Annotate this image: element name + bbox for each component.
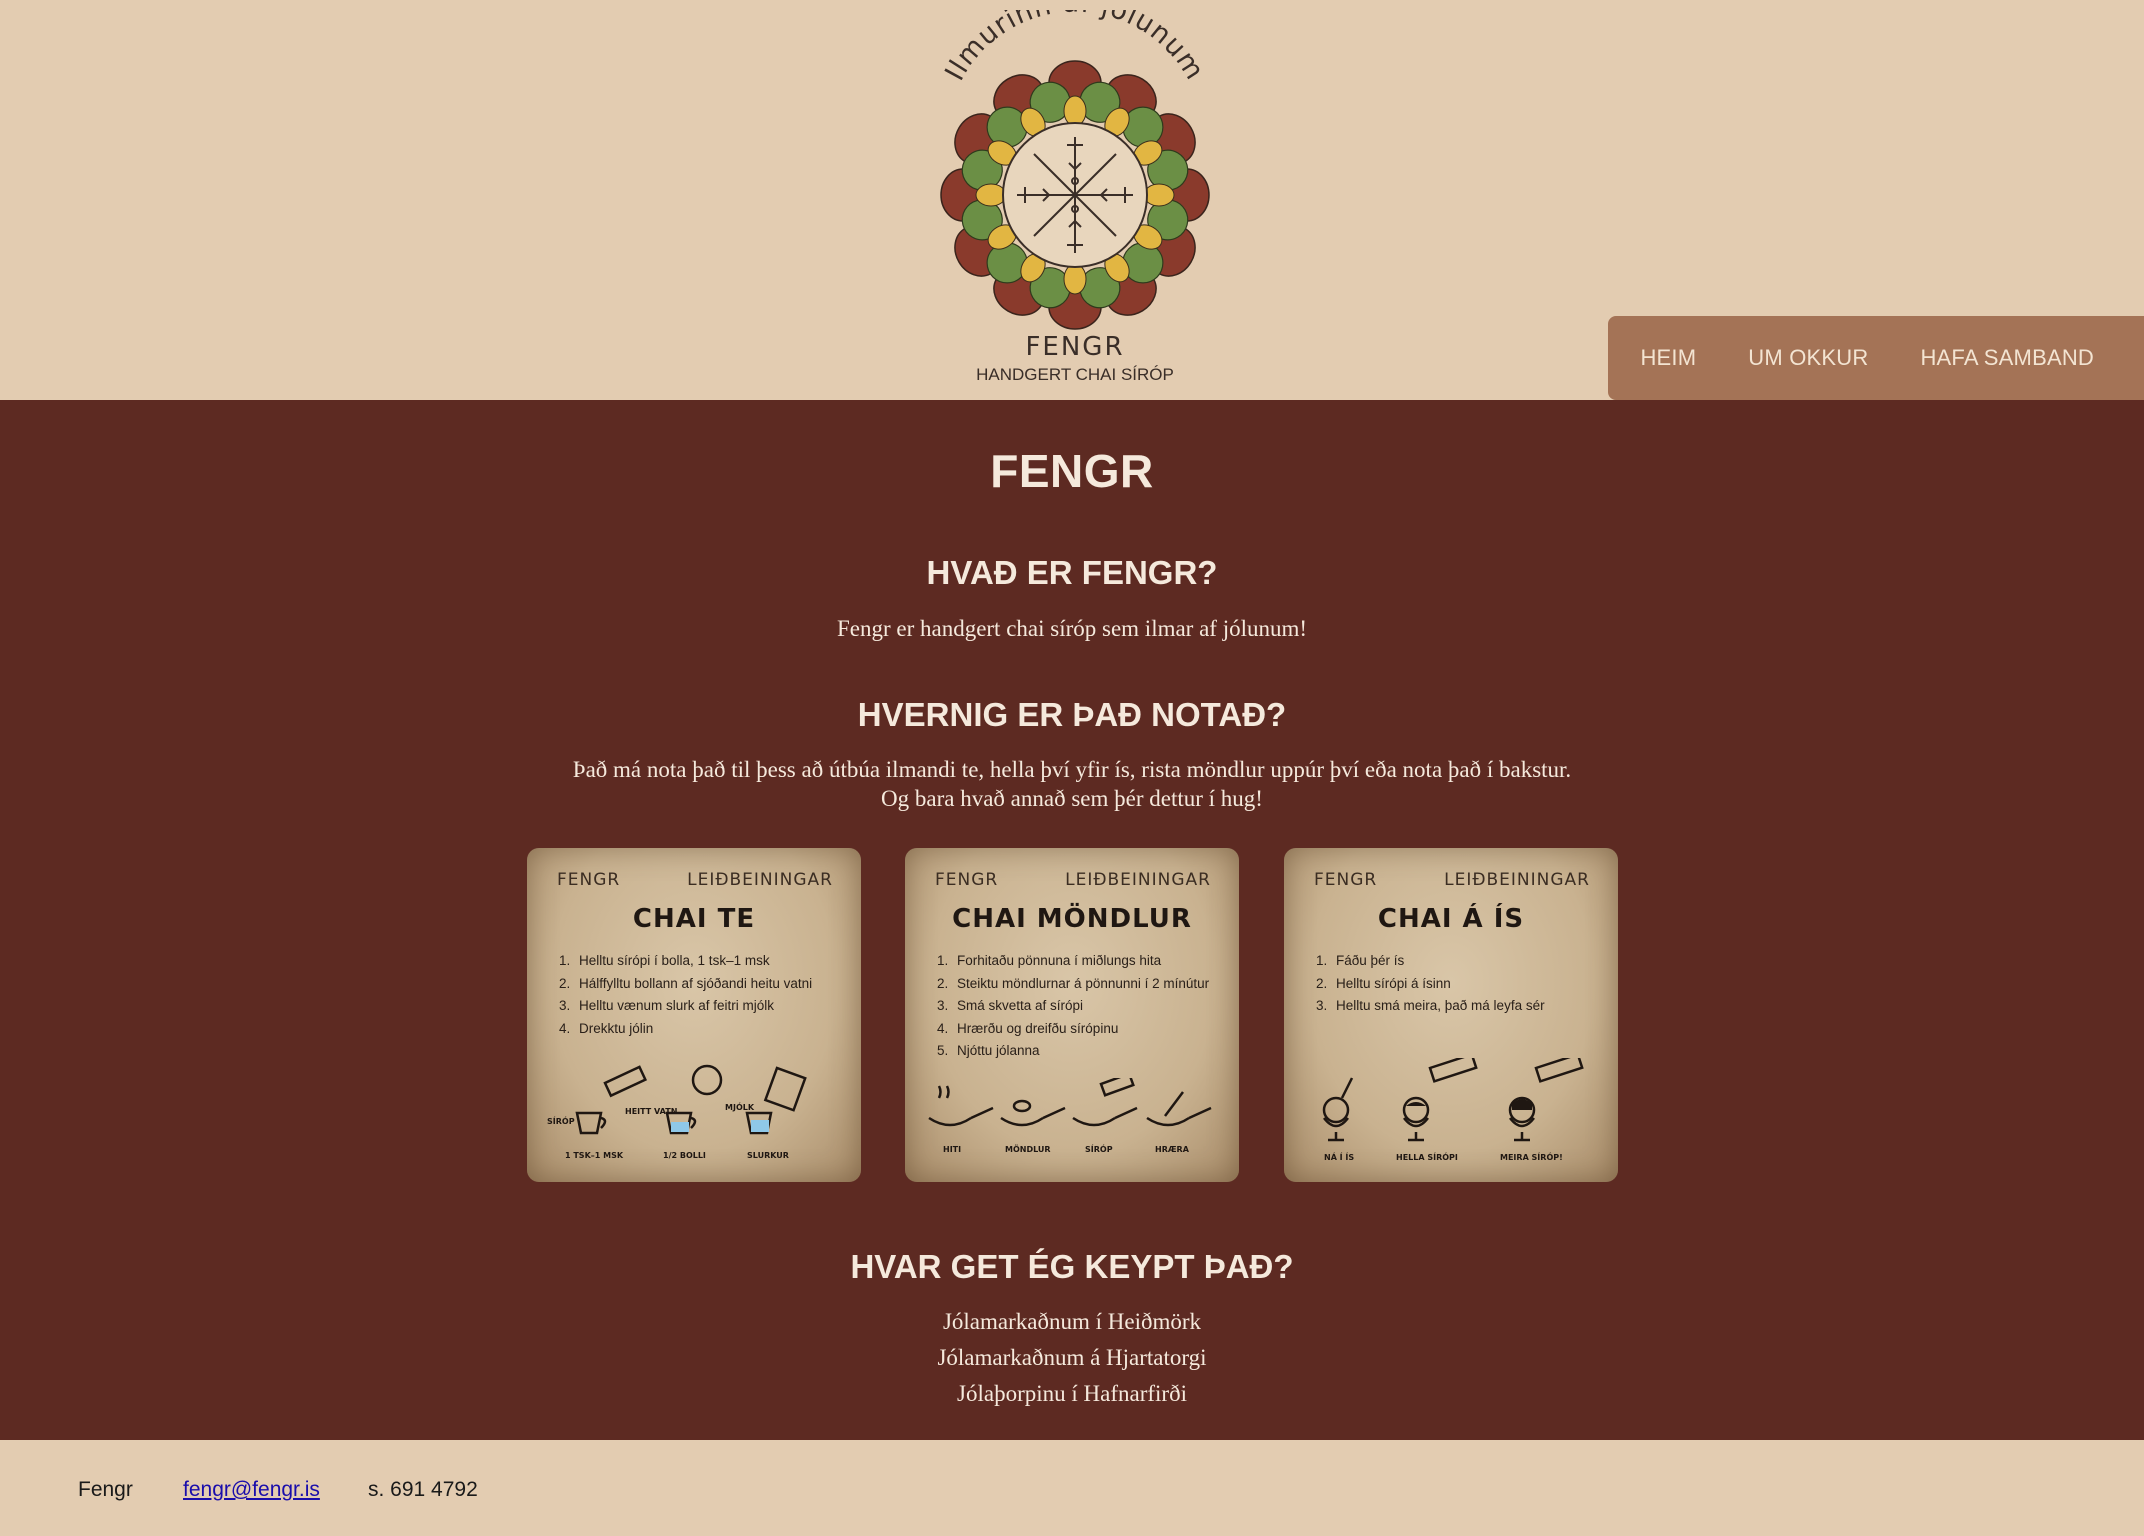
label-hella-siropi: HELLA SÍRÓPI	[1396, 1151, 1458, 1162]
main-content: FENGR HVAÐ ER FENGR? Fengr er handgert c…	[0, 400, 2144, 1440]
card-steps: 1. Fáðu þér ís 2. Helltu sírópi á ísinn 3.…	[1316, 950, 1606, 1018]
where-heading: HVAR GET ÉG KEYPT ÞAÐ?	[850, 1248, 1294, 1285]
card-step: 3. Smá skvetta af sírópi	[937, 998, 1084, 1013]
main-nav: HEIM UM OKKUR HAFA SAMBAND	[1608, 316, 2144, 400]
how-text-line-1: Það má nota það til þess að útbúa ilmand…	[572, 757, 1572, 782]
card-step: 2. Hálffylltu bollann af sjóðandi heitu v…	[559, 975, 813, 991]
card-step: 4. Hrærðu og dreifðu sírópinu	[937, 1020, 1119, 1036]
card-brand: FENGR	[557, 870, 621, 890]
nav-about-link[interactable]: UM OKKUR	[1722, 345, 1894, 371]
card-tag: LEIÐBEININGAR	[687, 870, 833, 890]
label-amount-1: 1 TSK–1 MSK	[565, 1151, 624, 1160]
footer-email-link[interactable]: fengr@fengr.is	[183, 1478, 320, 1502]
label-mjolk: MJÓLK	[725, 1101, 755, 1112]
label-mondlur: MÖNDLUR	[1005, 1144, 1051, 1154]
card-step: 2. Helltu sírópi á ísinn	[1316, 975, 1451, 991]
label-sirop: SÍRÓP	[1085, 1143, 1113, 1154]
card-illustration: NÁ Í ÍS HELLA SÍRÓPI MEIRA SÍRÓP!	[1304, 1058, 1598, 1168]
card-step: 1. Helltu sírópi í bolla, 1 tsk–1 msk	[559, 953, 770, 968]
card-brand: FENGR	[1314, 870, 1378, 890]
card-step: 1. Fáðu þér ís	[1316, 953, 1405, 968]
frying-pan-icon: HITI MÖNDLUR SÍRÓP HRÆRA	[928, 1078, 1212, 1154]
page-title: FENGR	[990, 445, 1154, 497]
card-tag: LEIÐBEININGAR	[1444, 870, 1590, 890]
logo-tagline: HANDGERT CHAI SÍRÓP	[976, 365, 1174, 384]
mandala-logo-icon: Ilmurinn af jólunum	[939, 10, 1210, 384]
how-text-line-2: Og bara hvað annað sem þér dettur í hug!	[881, 786, 1263, 811]
card-steps: 1. Forhitaðu pönnuna í miðlungs hita 2. St…	[937, 950, 1227, 1063]
recipe-card-chai-a-is: FENGR LEIÐBEININGAR CHAI Á ÍS 1. Fáðu þér…	[1284, 848, 1618, 1182]
card-step: 3. Helltu vænum slurk af feitri mjólk	[559, 998, 775, 1013]
pour-tea-icon: SÍRÓP HEITT VATN MJÓLK 1 TSK–1 MSK 1/2 B…	[547, 1064, 807, 1160]
card-title: CHAI TE	[632, 904, 756, 934]
card-step: 2. Steiktu möndlurnar á pönnunni í 2 mínú…	[937, 975, 1210, 991]
recipe-card-chai-mondlur: FENGR LEIÐBEININGAR CHAI MÖNDLUR 1. Forhi…	[905, 848, 1239, 1182]
footer-brand: Fengr	[78, 1478, 133, 1501]
card-step: 4. Drekktu jólin	[559, 1020, 654, 1036]
card-steps: 1. Helltu sírópi í bolla, 1 tsk–1 msk 2. H…	[559, 950, 849, 1040]
card-step: 3. Helltu smá meira, það má leyfa sér	[1316, 998, 1545, 1013]
where-item: Jólamarkaðnum á Hjartatorgi	[937, 1345, 1207, 1370]
recipe-card-chai-te: FENGR LEIÐBEININGAR CHAI TE 1. Helltu sír…	[527, 848, 861, 1182]
card-illustration: HITI MÖNDLUR SÍRÓP HRÆRA	[925, 1078, 1219, 1168]
nav-contact-link[interactable]: HAFA SAMBAND	[1894, 345, 2120, 371]
where-item: Jólaþorpinu í Hafnarfirði	[957, 1381, 1187, 1406]
label-amount-2: 1/2 BOLLI	[663, 1151, 706, 1160]
nav-home-link[interactable]: HEIM	[1614, 345, 1722, 371]
card-tag: LEIÐBEININGAR	[1065, 870, 1211, 890]
card-title: CHAI MÖNDLUR	[952, 904, 1192, 934]
card-step: 1. Forhitaðu pönnuna í miðlungs hita	[937, 953, 1162, 968]
card-title: CHAI Á ÍS	[1377, 904, 1525, 934]
site-footer: Fengr fengr@fengr.is s. 691 4792	[0, 1440, 2144, 1536]
card-step: 5. Njóttu jólanna	[937, 1043, 1040, 1058]
label-amount-3: SLURKUR	[747, 1151, 789, 1160]
label-heitt-vatn: HEITT VATN	[625, 1107, 677, 1116]
fengr-logo[interactable]: Ilmurinn af jólunum	[935, 10, 1215, 395]
label-hiti: HITI	[943, 1145, 961, 1154]
label-hraera: HRÆRA	[1155, 1145, 1190, 1154]
footer-phone: s. 691 4792	[368, 1478, 478, 1501]
site-header: Ilmurinn af jólunum	[0, 0, 2144, 400]
logo-brand: FENGR	[1025, 332, 1124, 362]
card-brand: FENGR	[935, 870, 999, 890]
ice-cream-icon: NÁ Í ÍS HELLA SÍRÓPI MEIRA SÍRÓP!	[1322, 1058, 1584, 1162]
label-sirop: SÍRÓP	[547, 1115, 575, 1126]
card-illustration: SÍRÓP HEITT VATN MJÓLK 1 TSK–1 MSK 1/2 B…	[547, 1058, 841, 1168]
how-heading: HVERNIG ER ÞAÐ NOTAÐ?	[857, 696, 1287, 733]
what-heading: HVAÐ ER FENGR?	[926, 554, 1218, 591]
what-text: Fengr er handgert chai síróp sem ilmar a…	[836, 616, 1308, 641]
label-na-i-is: NÁ Í ÍS	[1324, 1151, 1354, 1162]
where-item: Jólamarkaðnum í Heiðmörk	[942, 1309, 1202, 1334]
label-meira-sirop: MEIRA SÍRÓP!	[1500, 1151, 1563, 1162]
